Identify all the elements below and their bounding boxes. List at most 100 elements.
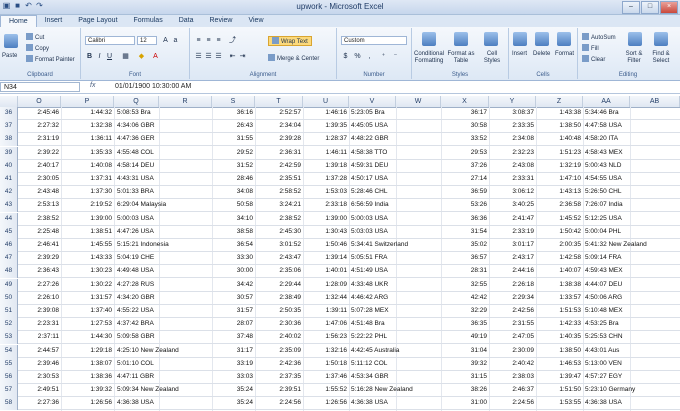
cell-x[interactable]: 36:35 <box>443 318 487 330</box>
cell-o[interactable]: 2:23:31 <box>20 318 59 330</box>
column-header[interactable]: O <box>18 96 61 107</box>
cell-o[interactable]: 2:44:57 <box>20 345 59 357</box>
cell-o[interactable]: 2:30:05 <box>20 173 59 185</box>
clear-button[interactable]: Clear <box>582 55 605 63</box>
row-header[interactable]: 40 <box>0 159 18 173</box>
shrink-font-icon[interactable]: a <box>171 36 180 45</box>
cell-o[interactable]: 2:36:43 <box>20 265 59 277</box>
cell-aa[interactable]: 5:00:43 NLD <box>585 160 680 172</box>
column-header[interactable]: P <box>61 96 114 107</box>
cell-z[interactable]: 1:32:19 <box>538 160 581 172</box>
copy-button[interactable]: Copy <box>26 44 49 52</box>
cell-t[interactable]: 2:58:52 <box>257 186 301 198</box>
cell-x[interactable]: 36:17 <box>443 107 487 119</box>
cell-x[interactable]: 27:14 <box>443 173 487 185</box>
cell-o[interactable]: 2:27:36 <box>20 397 59 409</box>
cell-p[interactable]: 2:19:52 <box>63 199 112 211</box>
cut-button[interactable]: Cut <box>26 33 44 41</box>
cell-z[interactable]: 1:53:55 <box>538 397 581 409</box>
insert-function-icon[interactable]: fx <box>90 82 95 89</box>
cell-z[interactable]: 1:39:47 <box>538 371 581 383</box>
row-header[interactable]: 54 <box>0 344 18 358</box>
cell-aa[interactable]: 4:36:38 USA <box>585 397 680 409</box>
merge-center-button[interactable]: Merge & Center <box>268 54 319 62</box>
decrease-indent-icon[interactable]: ⇤ <box>228 52 237 61</box>
cell-u[interactable]: 1:40:01 <box>305 265 347 277</box>
cell-x[interactable]: 49:19 <box>443 331 487 343</box>
cell-t[interactable]: 2:24:56 <box>257 397 301 409</box>
cell-y[interactable]: 2:38:03 <box>491 371 534 383</box>
minimize-icon[interactable]: – <box>622 1 640 14</box>
cell-u[interactable]: 1:50:46 <box>305 239 347 251</box>
cell-s[interactable]: 26:43 <box>214 120 253 132</box>
borders-icon[interactable]: ▦ <box>121 52 130 61</box>
row-header[interactable]: 52 <box>0 318 18 332</box>
row-header[interactable]: 37 <box>0 120 18 134</box>
cell-aa[interactable]: 5:00:04 PHL <box>585 226 680 238</box>
row-header[interactable]: 46 <box>0 239 18 252</box>
cell-s[interactable]: 31:55 <box>214 133 253 145</box>
cell-aa[interactable]: 4:44:07 DEU <box>585 279 680 291</box>
underline-icon[interactable]: U <box>105 52 114 61</box>
wrap-text-button[interactable]: Wrap Text <box>268 36 312 46</box>
cell-p[interactable]: 1:45:55 <box>63 239 112 251</box>
cell-z[interactable]: 1:40:48 <box>538 133 581 145</box>
cell-aa[interactable]: 4:54:55 USA <box>585 173 680 185</box>
column-header[interactable]: Z <box>536 96 583 107</box>
cell-z[interactable]: 1:45:52 <box>538 213 581 225</box>
cell-z[interactable]: 1:51:53 <box>538 305 581 317</box>
tab-data[interactable]: Data <box>171 15 202 27</box>
column-header[interactable]: X <box>441 96 489 107</box>
cell-p[interactable]: 1:44:32 <box>63 107 112 119</box>
cell-u[interactable]: 1:26:56 <box>305 397 347 409</box>
cell-t[interactable]: 2:43:47 <box>257 252 301 264</box>
grow-font-icon[interactable]: A <box>161 36 170 45</box>
tab-home[interactable]: Home <box>0 15 37 27</box>
cell-u[interactable]: 1:39:14 <box>305 252 347 264</box>
cell-s[interactable]: 36:16 <box>214 107 253 119</box>
row-header[interactable]: 38 <box>0 133 18 147</box>
cell-s[interactable]: 33:19 <box>214 358 253 370</box>
close-icon[interactable]: × <box>660 1 678 14</box>
cell-o[interactable]: 2:37:11 <box>20 331 59 343</box>
row-header[interactable]: 55 <box>0 357 18 371</box>
cell-z[interactable]: 1:51:23 <box>538 147 581 159</box>
row-header[interactable]: 57 <box>0 384 18 398</box>
row-header[interactable]: 48 <box>0 265 18 279</box>
cell-u[interactable]: 1:30:43 <box>305 226 347 238</box>
cell-p[interactable]: 1:38:07 <box>63 358 112 370</box>
cell-o[interactable]: 2:26:10 <box>20 292 59 304</box>
cell-t[interactable]: 2:35:09 <box>257 345 301 357</box>
tab-view[interactable]: View <box>240 15 271 27</box>
cell-p[interactable]: 1:30:23 <box>63 265 112 277</box>
align-right-icon[interactable]: ☰ <box>214 52 223 61</box>
cell-p[interactable]: 1:37:31 <box>63 173 112 185</box>
cell-t[interactable]: 2:39:51 <box>257 384 301 396</box>
cell-aa[interactable]: 4:59:43 MEX <box>585 265 680 277</box>
cell-s[interactable]: 31:57 <box>214 305 253 317</box>
cell-aa[interactable]: 4:50:06 ARG <box>585 292 680 304</box>
cell-o[interactable]: 2:27:26 <box>20 279 59 291</box>
cell-y[interactable]: 2:44:16 <box>491 265 534 277</box>
cell-aa[interactable]: 5:34:46 Bra <box>585 107 680 119</box>
cell-s[interactable]: 30:00 <box>214 265 253 277</box>
cell-aa[interactable]: 5:10:48 MEX <box>585 305 680 317</box>
percent-icon[interactable]: % <box>353 52 362 61</box>
comma-icon[interactable]: , <box>365 52 374 61</box>
cell-u[interactable]: 1:39:18 <box>305 160 347 172</box>
cell-y[interactable]: 2:32:23 <box>491 147 534 159</box>
row-header[interactable]: 56 <box>0 371 18 384</box>
cell-z[interactable]: 1:33:57 <box>538 292 581 304</box>
cell-p[interactable]: 1:26:56 <box>63 397 112 409</box>
cell-p[interactable]: 1:32:38 <box>63 120 112 132</box>
row-header[interactable]: 44 <box>0 212 18 226</box>
cell-p[interactable]: 1:36:11 <box>63 133 112 145</box>
cell-o[interactable]: 2:53:13 <box>20 199 59 211</box>
row-header[interactable]: 39 <box>0 146 18 160</box>
bold-icon[interactable]: B <box>85 52 94 61</box>
column-header[interactable]: T <box>255 96 303 107</box>
cell-x[interactable]: 30:58 <box>443 120 487 132</box>
cell-s[interactable]: 34:08 <box>214 186 253 198</box>
row-header[interactable]: 51 <box>0 305 18 318</box>
cell-s[interactable]: 35:24 <box>214 384 253 396</box>
